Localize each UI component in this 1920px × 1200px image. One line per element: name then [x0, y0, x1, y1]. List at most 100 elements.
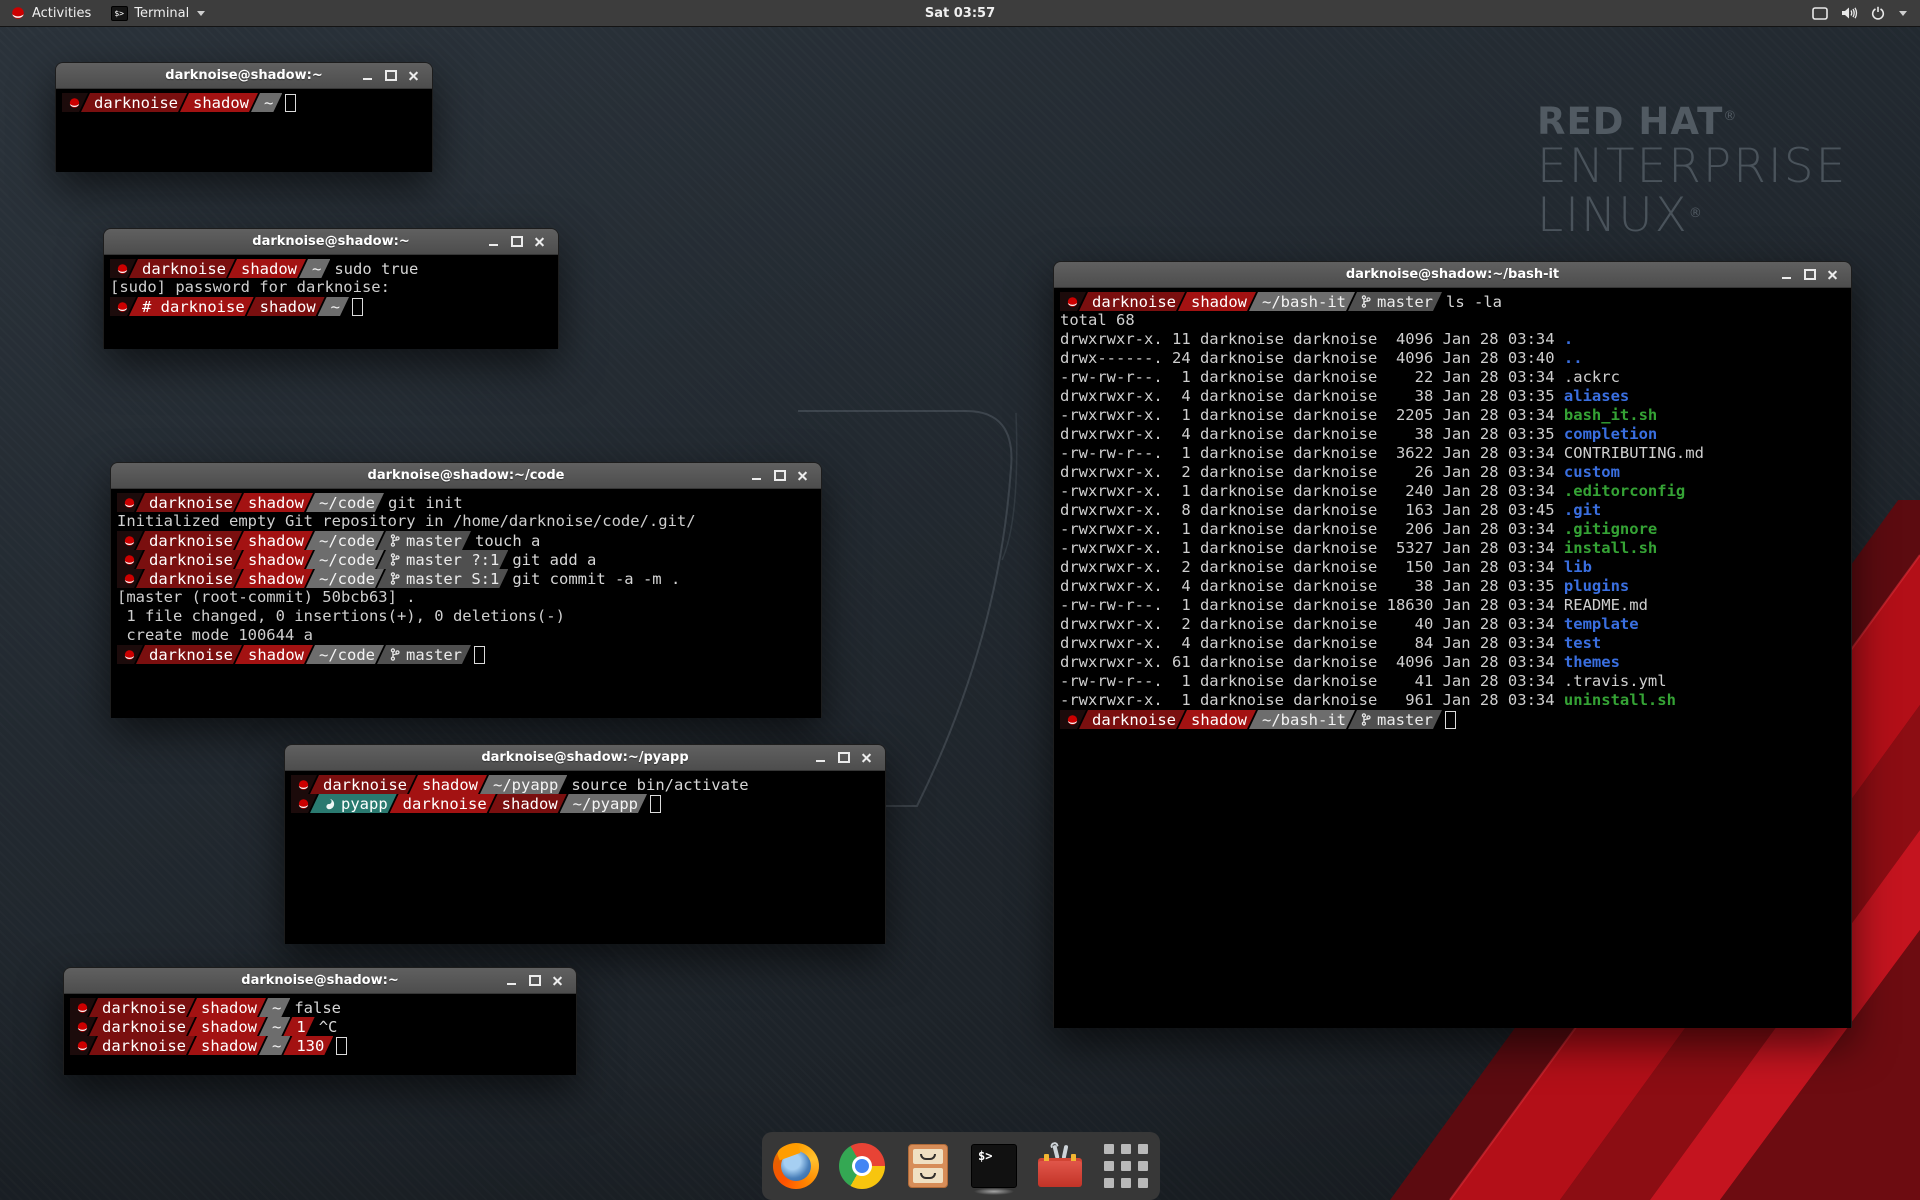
titlebar[interactable]: darknoise@shadow:~/code: [111, 463, 821, 489]
file-name: .: [1564, 330, 1573, 349]
prompt-segment-rbright: darknoise: [390, 794, 496, 813]
prompt-segment-rdark: darknoise: [310, 775, 416, 794]
terminal-line: [sudo] password for darknoise:: [110, 278, 552, 297]
git-branch-icon: [390, 533, 400, 548]
terminal-line: -rwxrwxr-x. 1 darknoise darknoise 2205 J…: [1060, 406, 1845, 425]
command-text: touch a: [475, 531, 540, 550]
maximize-button[interactable]: [379, 67, 402, 85]
prompt-segment-rdark: darknoise: [136, 493, 242, 512]
terminal-window-exitcodes: darknoise@shadow:~ darknoiseshadow~false…: [63, 967, 577, 1075]
registered-mark-icon: ®: [1689, 206, 1702, 221]
prompt-segment-rdark: darknoise: [136, 569, 242, 588]
dock: $>: [762, 1132, 1160, 1200]
prompt-segment-rdark: darknoise: [89, 1017, 195, 1036]
close-button[interactable]: [855, 749, 878, 767]
minimize-button[interactable]: [745, 467, 768, 485]
minimize-button[interactable]: [356, 67, 379, 85]
prompt-segment-gray: ~/code: [306, 550, 384, 569]
system-status-area[interactable]: [1806, 0, 1914, 26]
terminal-line: darknoiseshadow~/codemaster: [117, 645, 815, 664]
volume-icon: [1841, 6, 1858, 20]
rhel-logo-enterprise: ENTERPRISE: [1537, 142, 1847, 191]
terminal-window-home-1: darknoise@shadow:~ darknoiseshadow~: [55, 62, 433, 172]
prompt-segment-rbright: shadow: [235, 493, 313, 512]
maximize-button[interactable]: [832, 749, 855, 767]
window-title: darknoise@shadow:~: [252, 234, 409, 249]
command-text: git add a: [512, 550, 596, 569]
terminal-screen[interactable]: darknoiseshadow~: [56, 89, 432, 172]
terminal-line: drwxrwxr-x. 4 darknoise darknoise 38 Jan…: [1060, 425, 1845, 444]
running-indicator: [974, 1188, 1014, 1195]
maximize-button[interactable]: [768, 467, 791, 485]
redhat-icon: [123, 497, 136, 509]
file-name: custom: [1564, 463, 1620, 482]
dock-item-chrome[interactable]: [839, 1143, 885, 1189]
terminal-line: -rwxrwxr-x. 1 darknoise darknoise 5327 J…: [1060, 539, 1845, 558]
terminal-screen[interactable]: darknoiseshadow~/bash-itmasterls -latota…: [1054, 288, 1851, 1028]
app-menu-terminal[interactable]: $> Terminal: [101, 0, 215, 26]
files-icon: [908, 1144, 948, 1188]
terminal-line: -rwxrwxr-x. 1 darknoise darknoise 240 Ja…: [1060, 482, 1845, 501]
terminal-line: create mode 100644 a: [117, 626, 815, 645]
titlebar[interactable]: darknoise@shadow:~: [64, 968, 576, 994]
close-button[interactable]: [528, 233, 551, 251]
power-icon: [1871, 6, 1885, 20]
file-name: .editorconfig: [1564, 482, 1685, 501]
terminal-screen[interactable]: darknoiseshadow~/codegit initInitialized…: [111, 489, 821, 718]
terminal-cursor: [1445, 711, 1456, 729]
clock[interactable]: Sat 03:57: [925, 0, 995, 26]
titlebar[interactable]: darknoise@shadow:~/bash-it: [1054, 262, 1851, 288]
terminal-window-code: darknoise@shadow:~/code darknoiseshadow~…: [110, 462, 822, 718]
titlebar[interactable]: darknoise@shadow:~: [56, 63, 432, 89]
command-text: git init: [388, 493, 463, 512]
prompt-segment-gray: ~/code: [306, 569, 384, 588]
command-text: sudo true: [334, 259, 418, 278]
file-name: .gitignore: [1564, 520, 1657, 539]
prompt-segment-rdark: darknoise: [1079, 710, 1185, 729]
maximize-button[interactable]: [523, 972, 546, 990]
close-button[interactable]: [791, 467, 814, 485]
close-button[interactable]: [1821, 266, 1844, 284]
command-text: false: [294, 998, 341, 1017]
dock-item-app-grid[interactable]: [1103, 1143, 1149, 1189]
command-text: ^C: [319, 1017, 338, 1036]
terminal-screen[interactable]: darknoiseshadow~/pyappsource bin/activat…: [285, 771, 885, 944]
terminal-line: darknoiseshadow~/codemastertouch a: [117, 531, 815, 550]
terminal-line: darknoiseshadow~/bash-itmasterls -la: [1060, 292, 1845, 311]
terminal-line: -rw-rw-r--. 1 darknoise darknoise 3622 J…: [1060, 444, 1845, 463]
titlebar[interactable]: darknoise@shadow:~: [104, 229, 558, 255]
terminal-screen[interactable]: darknoiseshadow~sudo true[sudo] password…: [104, 255, 558, 349]
titlebar[interactable]: darknoise@shadow:~/pyapp: [285, 745, 885, 771]
activities-button[interactable]: Activities: [0, 0, 101, 26]
terminal-line: drwxrwxr-x. 11 darknoise darknoise 4096 …: [1060, 330, 1845, 349]
terminal-line: darknoiseshadow~/codemaster ?:1git add a: [117, 550, 815, 569]
prompt-segment-rbright: shadow: [1178, 710, 1256, 729]
terminal-line: drwxrwxr-x. 2 darknoise darknoise 150 Ja…: [1060, 558, 1845, 577]
close-button[interactable]: [402, 67, 425, 85]
terminal-line: drwxrwxr-x. 8 darknoise darknoise 163 Ja…: [1060, 501, 1845, 520]
minimize-button[interactable]: [1775, 266, 1798, 284]
minimize-button[interactable]: [809, 749, 832, 767]
git-branch-icon: [390, 647, 400, 662]
terminal-line: -rwxrwxr-x. 1 darknoise darknoise 206 Ja…: [1060, 520, 1845, 539]
display-icon: [1812, 7, 1828, 20]
maximize-button[interactable]: [505, 233, 528, 251]
terminal-line: pyappdarknoiseshadow~/pyapp: [291, 794, 879, 813]
dock-item-firefox[interactable]: [773, 1143, 819, 1189]
prompt-segment-rdark: darknoise: [89, 998, 195, 1017]
terminal-line: darknoiseshadow~/codemaster S:1git commi…: [117, 569, 815, 588]
terminal-screen[interactable]: darknoiseshadow~falsedarknoiseshadow~1^C…: [64, 994, 576, 1075]
dock-item-files[interactable]: [905, 1143, 951, 1189]
minimize-button[interactable]: [500, 972, 523, 990]
dock-item-toolbox[interactable]: [1037, 1143, 1083, 1189]
dock-item-terminal[interactable]: $>: [971, 1143, 1017, 1189]
file-name: uninstall.sh: [1564, 691, 1676, 710]
terminal-cursor: [285, 94, 296, 112]
prompt-segment-rbright: shadow: [188, 1017, 266, 1036]
registered-mark-icon: ®: [1723, 109, 1736, 124]
maximize-button[interactable]: [1798, 266, 1821, 284]
minimize-button[interactable]: [482, 233, 505, 251]
close-button[interactable]: [546, 972, 569, 990]
git-branch-icon: [1361, 294, 1371, 309]
prompt-segment-rbright: shadow: [228, 259, 306, 278]
